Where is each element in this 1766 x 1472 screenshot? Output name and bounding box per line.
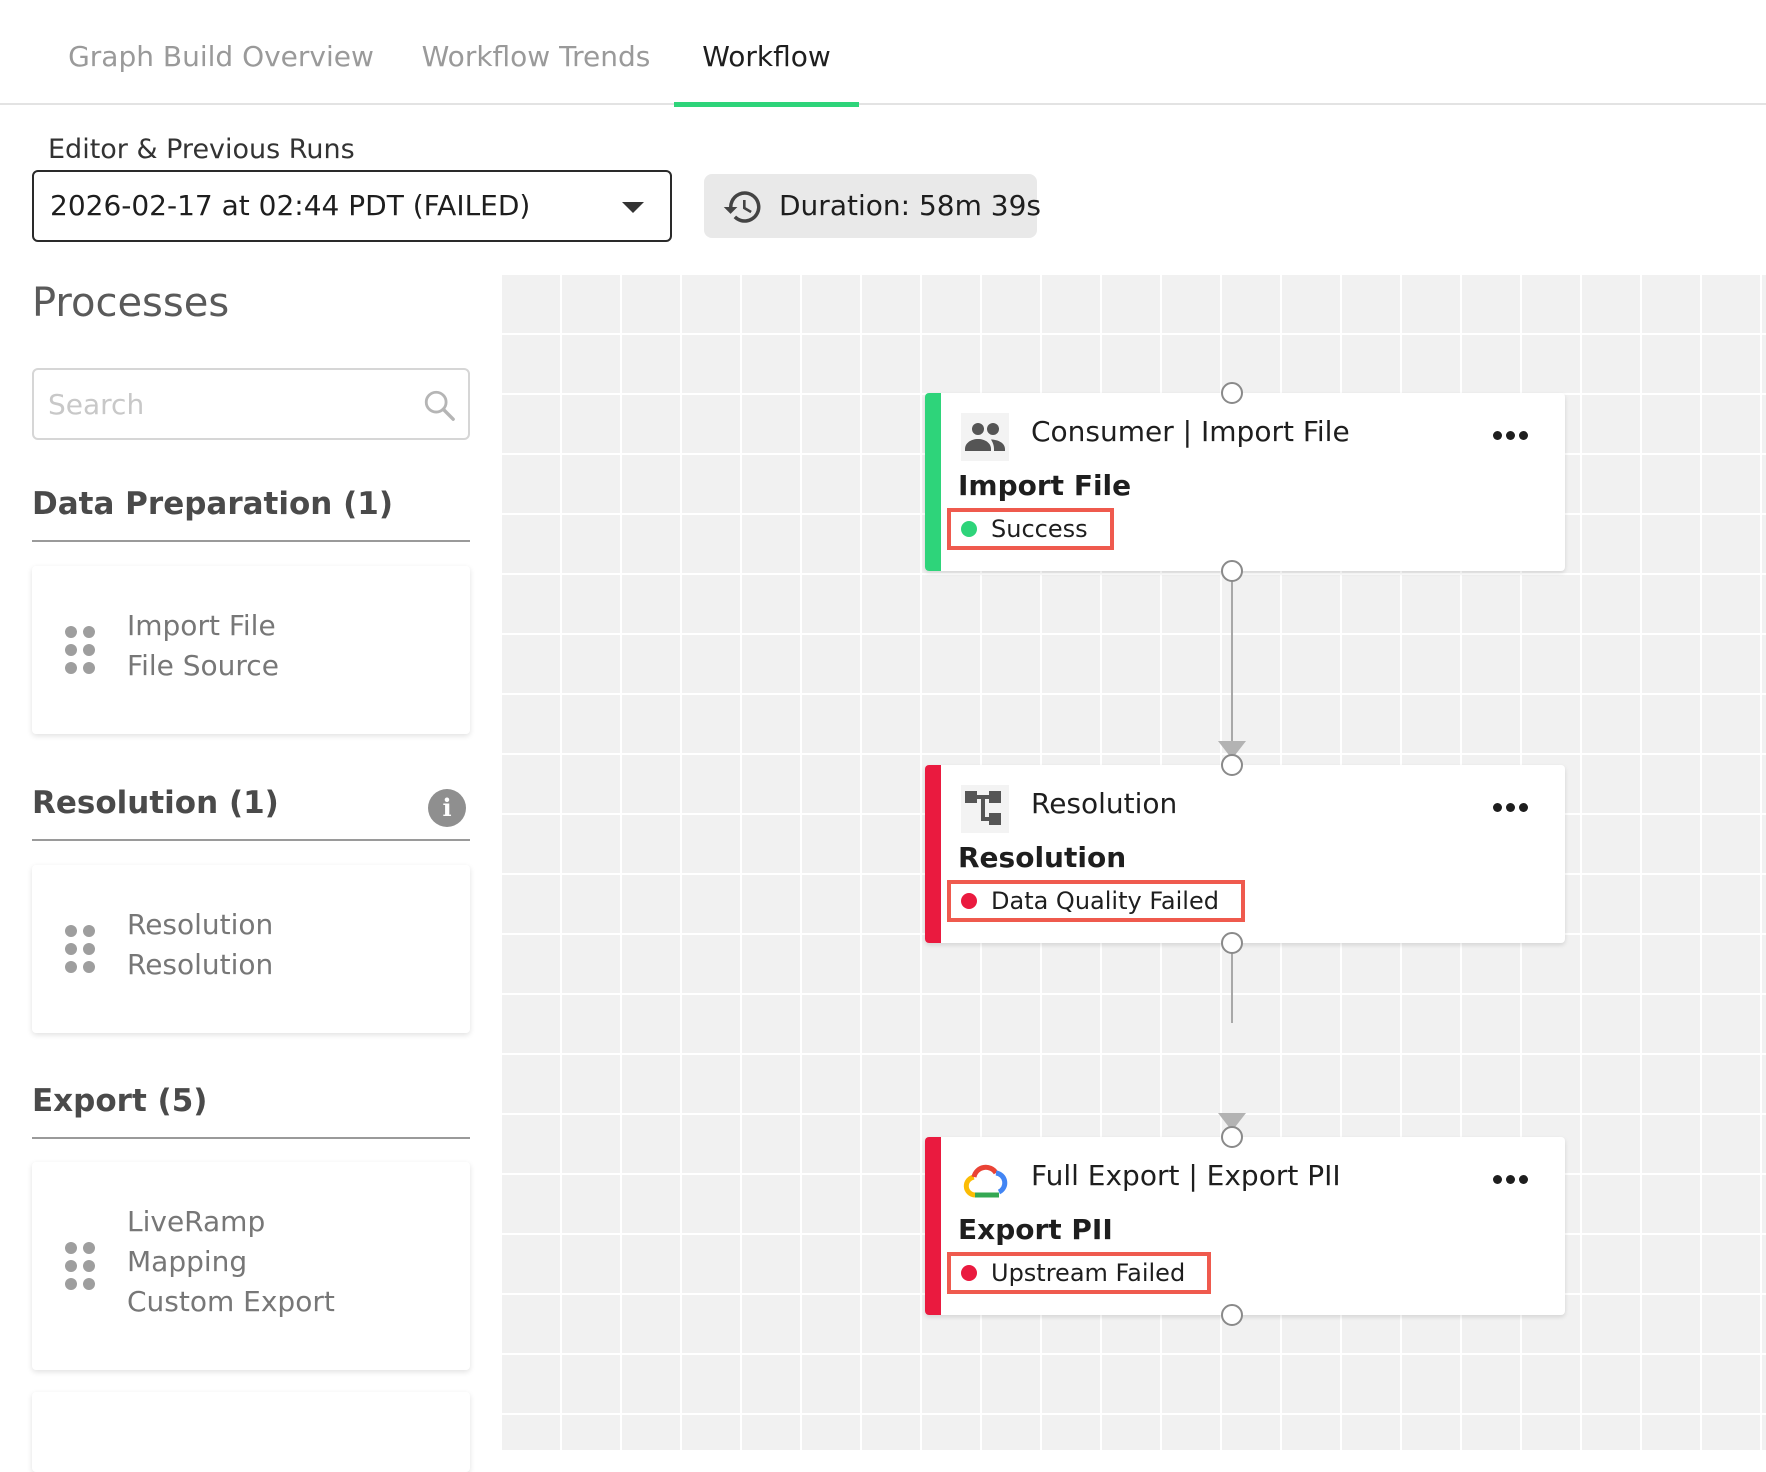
process-card-text: Resolution Resolution bbox=[127, 905, 273, 985]
section-title: Data Preparation (1) bbox=[32, 486, 394, 522]
workflow-node-import-file[interactable]: Consumer | Import File Import File Succe… bbox=[925, 393, 1565, 571]
run-selector-label: Editor & Previous Runs bbox=[48, 134, 355, 165]
process-card-line: Resolution bbox=[127, 948, 274, 981]
workflow-node-resolution[interactable]: Resolution Resolution Data Quality Faile… bbox=[925, 765, 1565, 943]
process-card-line: File Source bbox=[127, 649, 279, 682]
duration-text: Duration: 58m 39s bbox=[779, 189, 1041, 222]
process-card-import-file[interactable]: Import File File Source bbox=[32, 566, 470, 734]
input-port[interactable] bbox=[1221, 382, 1243, 404]
node-status-badge: Data Quality Failed bbox=[947, 880, 1245, 922]
output-port[interactable] bbox=[1221, 1304, 1243, 1326]
process-card-line: Mapping bbox=[127, 1245, 248, 1278]
drag-handle-icon[interactable] bbox=[65, 626, 95, 674]
node-name: Resolution bbox=[958, 841, 1127, 874]
node-status-bar bbox=[925, 393, 941, 571]
run-selector-value: 2026-02-17 at 02:44 PDT (FAILED) bbox=[50, 189, 531, 222]
more-options-icon[interactable] bbox=[1493, 1175, 1529, 1187]
input-port[interactable] bbox=[1221, 754, 1243, 776]
node-status-text: Upstream Failed bbox=[991, 1259, 1186, 1287]
process-card-line: Resolution bbox=[127, 908, 274, 941]
status-dot-icon bbox=[961, 1265, 977, 1281]
section-title: Export (5) bbox=[32, 1083, 208, 1119]
section-resolution[interactable]: Resolution (1) i bbox=[32, 785, 470, 841]
node-status-text: Data Quality Failed bbox=[991, 887, 1219, 915]
process-card-partial[interactable] bbox=[32, 1392, 470, 1472]
search-icon[interactable] bbox=[422, 388, 456, 422]
node-name: Import File bbox=[958, 469, 1132, 502]
output-port[interactable] bbox=[1221, 560, 1243, 582]
process-card-export[interactable]: LiveRamp Mapping Custom Export bbox=[32, 1162, 470, 1370]
node-name: Export PII bbox=[958, 1213, 1113, 1246]
info-icon[interactable]: i bbox=[428, 789, 466, 827]
status-dot-icon bbox=[961, 893, 977, 909]
consumer-group-icon bbox=[961, 413, 1009, 461]
more-options-icon[interactable] bbox=[1493, 803, 1529, 815]
process-search-input[interactable] bbox=[48, 378, 398, 430]
node-type-label: Full Export | Export PII bbox=[1031, 1159, 1341, 1192]
caret-down-icon bbox=[622, 202, 644, 213]
status-dot-icon bbox=[961, 521, 977, 537]
tab-graph-build-overview[interactable]: Graph Build Overview bbox=[66, 0, 376, 105]
google-cloud-icon bbox=[963, 1164, 1008, 1198]
section-title: Resolution (1) bbox=[32, 785, 279, 821]
section-export[interactable]: Export (5) bbox=[32, 1083, 470, 1139]
node-status-text: Success bbox=[991, 515, 1088, 543]
node-status-badge: Success bbox=[947, 508, 1114, 550]
node-type-label: Consumer | Import File bbox=[1031, 415, 1350, 448]
tab-workflow[interactable]: Workflow bbox=[674, 0, 859, 107]
workflow-canvas[interactable]: Consumer | Import File Import File Succe… bbox=[500, 273, 1766, 1450]
top-tab-bar: Graph Build Overview Workflow Trends Wor… bbox=[0, 0, 1766, 107]
process-search bbox=[32, 368, 470, 440]
node-status-badge: Upstream Failed bbox=[947, 1252, 1212, 1294]
drag-handle-icon[interactable] bbox=[65, 925, 95, 973]
processes-title: Processes bbox=[32, 280, 230, 326]
process-card-text: LiveRamp Mapping Custom Export bbox=[127, 1202, 335, 1322]
output-port[interactable] bbox=[1221, 932, 1243, 954]
section-data-preparation[interactable]: Data Preparation (1) bbox=[32, 486, 470, 542]
input-port[interactable] bbox=[1221, 1126, 1243, 1148]
more-options-icon[interactable] bbox=[1493, 431, 1529, 443]
process-card-line: LiveRamp bbox=[127, 1205, 266, 1238]
process-card-text: Import File File Source bbox=[127, 606, 279, 686]
workflow-node-export-pii[interactable]: Full Export | Export PII Export PII Upst… bbox=[925, 1137, 1565, 1315]
resolution-flow-icon bbox=[961, 785, 1009, 833]
duration-badge: Duration: 58m 39s bbox=[704, 174, 1041, 238]
process-card-line: Import File bbox=[127, 609, 276, 642]
tab-workflow-trends[interactable]: Workflow Trends bbox=[405, 0, 667, 105]
run-selector-dropdown[interactable]: 2026-02-17 at 02:44 PDT (FAILED) bbox=[32, 170, 672, 242]
node-status-bar bbox=[925, 1137, 941, 1315]
process-card-line: Custom Export bbox=[127, 1285, 335, 1318]
history-icon bbox=[723, 191, 761, 223]
node-status-bar bbox=[925, 765, 941, 943]
drag-handle-icon[interactable] bbox=[65, 1242, 95, 1290]
node-type-label: Resolution bbox=[1031, 787, 1178, 820]
process-card-resolution[interactable]: Resolution Resolution bbox=[32, 865, 470, 1033]
